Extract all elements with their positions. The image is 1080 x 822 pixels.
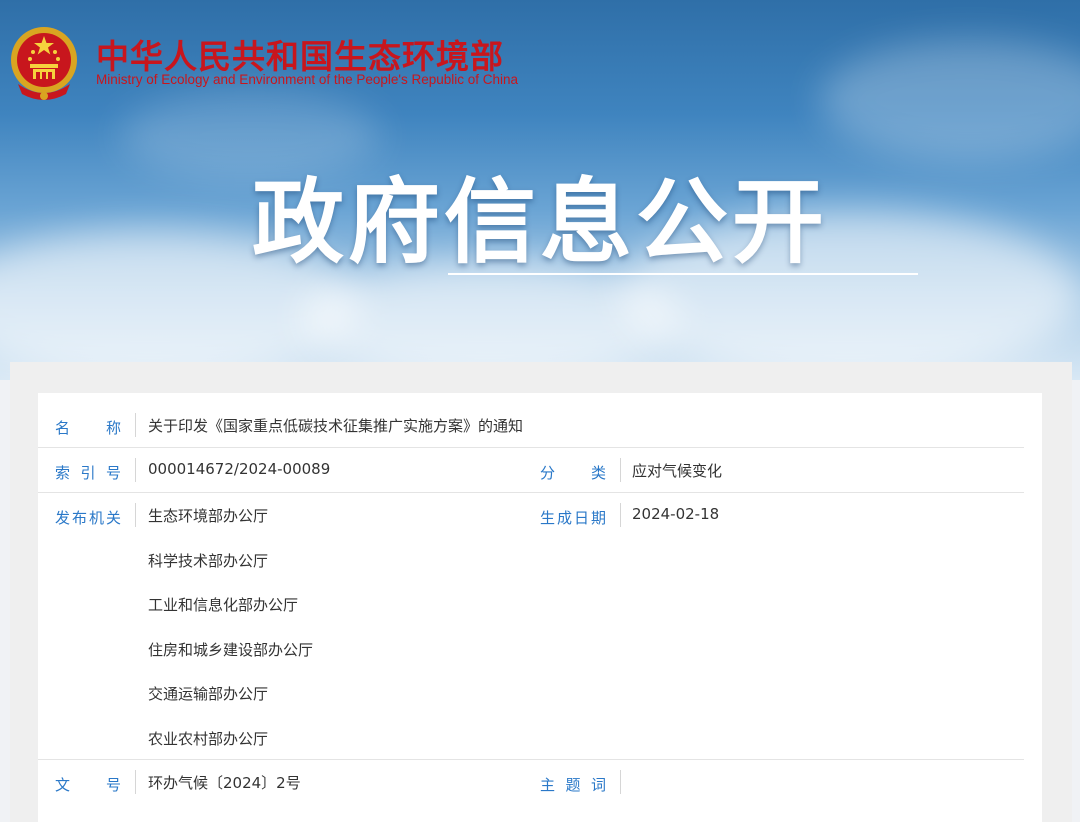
date-value: 2024-02-18: [632, 505, 720, 523]
name-value: 关于印发《国家重点低碳技术征集推广实施方案》的通知: [148, 417, 524, 435]
index-value: 000014672/2024-00089: [148, 460, 331, 478]
divider: [620, 458, 621, 482]
docno-label: 文号: [55, 776, 121, 794]
row-docno: 文号 环办气候〔2024〕2号 主题词: [38, 760, 1024, 804]
index-label: 索引号: [55, 464, 121, 482]
docno-value: 环办气候〔2024〕2号: [148, 774, 301, 792]
category-value: 应对气候变化: [632, 462, 723, 480]
divider: [135, 413, 136, 437]
info-table: 名称 关于印发《国家重点低碳技术征集推广实施方案》的通知 索引号 0000146…: [38, 393, 1042, 822]
publisher-item: 工业和信息化部办公厅: [148, 596, 299, 614]
publisher-item: 农业农村部办公厅: [148, 730, 269, 748]
national-emblem-icon[interactable]: [8, 22, 80, 102]
publisher-item: 住房和城乡建设部办公厅: [148, 641, 314, 659]
publisher-item: 交通运输部办公厅: [148, 685, 269, 703]
publisher-item: 生态环境部办公厅: [148, 507, 269, 525]
row-name: 名称 关于印发《国家重点低碳技术征集推广实施方案》的通知: [38, 403, 1024, 448]
keywords-label: 主题词: [540, 776, 606, 794]
ministry-name-en[interactable]: Ministry of Ecology and Environment of t…: [96, 72, 518, 87]
divider: [620, 503, 621, 527]
divider: [135, 770, 136, 794]
divider: [135, 503, 136, 527]
publisher-item: 科学技术部办公厅: [148, 552, 269, 570]
header-banner: 中华人民共和国生态环境部 Ministry of Ecology and Env…: [0, 0, 1080, 380]
publisher-label: 发布机关: [55, 509, 121, 527]
category-label: 分类: [540, 464, 606, 482]
row-index: 索引号 000014672/2024-00089 分类 应对气候变化: [38, 448, 1024, 493]
date-label: 生成日期: [540, 509, 606, 527]
ministry-name-cn[interactable]: 中华人民共和国生态环境部: [96, 30, 504, 78]
page-title: 政府信息公开: [252, 169, 829, 276]
title-underline: [448, 273, 918, 275]
divider: [620, 770, 621, 794]
row-publisher: 发布机关 生态环境部办公厅 科学技术部办公厅 工业和信息化部办公厅 住房和城乡建…: [38, 493, 1024, 760]
name-label: 名称: [55, 419, 121, 437]
divider: [135, 458, 136, 482]
